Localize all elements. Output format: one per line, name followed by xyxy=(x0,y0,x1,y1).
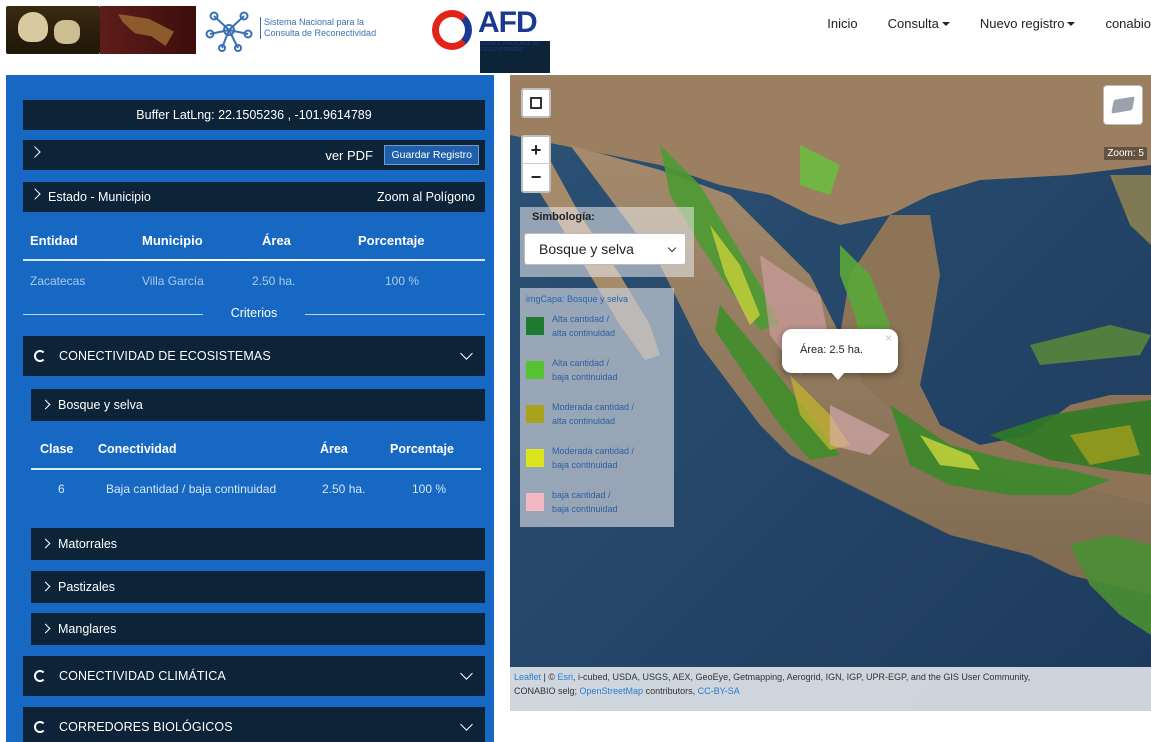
map-view[interactable]: + − Zoom: 5 Simbología: Bosque y selva i… xyxy=(510,75,1151,711)
legend-item: Alta cantidad / baja continuidad xyxy=(526,356,671,390)
leaflet-link[interactable]: Leaflet xyxy=(514,672,541,682)
globe-icon xyxy=(34,350,46,362)
subsection-pastizales[interactable]: Pastizales xyxy=(31,571,485,603)
legend-swatch xyxy=(526,449,544,467)
legend-title: imgCapa: Bosque y selva xyxy=(526,294,629,304)
table-divider xyxy=(23,259,485,261)
zoom-out-button[interactable]: − xyxy=(523,164,549,191)
conabio-forest-logo xyxy=(6,6,100,54)
legend-item: Alta cantidad / alta continuidad xyxy=(526,312,671,346)
zoom-in-button[interactable]: + xyxy=(523,137,549,164)
results-panel: Buffer LatLng: 22.1505236 , -101.9614789… xyxy=(6,75,494,742)
legend-item: Moderada cantidad / alta continuidad xyxy=(526,400,671,434)
criterios-label: Criterios xyxy=(230,306,278,320)
chevron-right-icon xyxy=(29,146,41,158)
layers-icon xyxy=(1111,96,1135,114)
map-legend: imgCapa: Bosque y selva Alta cantidad / a… xyxy=(520,288,674,527)
buffer-latlng-text: Buffer LatLng: 22.1505236 , -101.9614789 xyxy=(136,108,372,122)
globe-icon xyxy=(34,721,46,733)
chevron-right-icon xyxy=(40,623,51,634)
pdf-toolbar[interactable]: ver PDF Guardar Registro xyxy=(23,140,485,170)
simbologia-title: Simbología: xyxy=(532,211,595,223)
sistema-nacional-text: Sistema Nacional para la Consulta de Rec… xyxy=(260,17,400,39)
chevron-right-icon xyxy=(40,538,51,549)
legend-item: baja cantidad / baja continuidad xyxy=(526,488,671,522)
legend-swatch xyxy=(526,493,544,511)
ver-pdf-link[interactable]: ver PDF xyxy=(325,148,373,163)
network-icon xyxy=(205,11,253,52)
section-corredores-biologicos[interactable]: CORREDORES BIOLÓGICOS xyxy=(23,707,485,742)
legend-swatch xyxy=(526,317,544,335)
section-conectividad-climatica[interactable]: CONECTIVIDAD CLIMÁTICA xyxy=(23,656,485,696)
nav-consulta-dropdown[interactable]: Consulta xyxy=(888,16,950,31)
chevron-right-icon xyxy=(40,581,51,592)
popup-close-icon[interactable]: × xyxy=(885,331,892,345)
subsection-matorrales[interactable]: Matorrales xyxy=(31,528,485,560)
subsection-manglares[interactable]: Manglares xyxy=(31,613,485,645)
legend-swatch xyxy=(526,361,544,379)
area-popup: Área: 2.5 ha. × xyxy=(782,329,898,380)
chevron-down-icon xyxy=(460,718,473,731)
chevron-down-icon xyxy=(460,667,473,680)
caret-down-icon xyxy=(1067,21,1076,26)
criterios-divider: Criterios xyxy=(23,306,485,322)
chevron-down-icon xyxy=(460,347,473,360)
simbologia-select[interactable]: Bosque y selva xyxy=(524,233,686,265)
cc-by-sa-link[interactable]: CC-BY-SA xyxy=(698,686,740,696)
guardar-registro-button[interactable]: Guardar Registro xyxy=(384,145,479,165)
layers-button[interactable] xyxy=(1103,85,1143,125)
estado-municipio-bar[interactable]: Estado - Municipio Zoom al Polígono xyxy=(23,182,485,212)
caret-down-icon xyxy=(941,21,950,26)
nav-inicio[interactable]: Inicio xyxy=(827,16,857,31)
popup-text: Área: 2.5 ha. xyxy=(800,344,863,356)
fullscreen-button[interactable] xyxy=(521,88,551,118)
estado-municipio-label: Estado - Municipio xyxy=(48,190,151,204)
mexico-map-logo xyxy=(100,6,196,54)
chevron-right-icon xyxy=(40,399,51,410)
zoom-control: + − xyxy=(521,135,551,193)
openstreetmap-link[interactable]: OpenStreetMap xyxy=(580,686,644,696)
sistema-nacional-logo: Sistema Nacional para la Consulta de Rec… xyxy=(202,6,402,54)
section-conectividad-ecosistemas[interactable]: CONECTIVIDAD DE ECOSISTEMAS xyxy=(23,336,485,376)
map-attribution: Leaflet | © Esri, i-cubed, USDA, USGS, A… xyxy=(510,667,1151,711)
top-navbar: Sistema Nacional para la Consulta de Rec… xyxy=(0,0,1151,73)
main-nav: Inicio Consulta Nuevo registro conabio xyxy=(827,16,1151,31)
globe-icon xyxy=(34,670,46,682)
esri-link[interactable]: Esri xyxy=(558,672,574,682)
afd-logo: AFD AGENCE FRANÇAISE DE DÉVELOPPEMENT xyxy=(432,6,552,73)
chevron-right-icon xyxy=(29,188,41,200)
simbologia-control: Simbología: Bosque y selva xyxy=(520,207,694,277)
buffer-latlng-bar: Buffer LatLng: 22.1505236 , -101.9614789 xyxy=(23,100,485,130)
nav-conabio[interactable]: conabio xyxy=(1105,16,1151,31)
table-divider xyxy=(31,468,481,470)
chevron-down-icon xyxy=(667,243,677,253)
zoom-level-label: Zoom: 5 xyxy=(1104,147,1147,160)
legend-swatch xyxy=(526,405,544,423)
legend-item: Moderada cantidad / baja continuidad xyxy=(526,444,671,478)
fullscreen-icon xyxy=(530,97,542,109)
page: Sistema Nacional para la Consulta de Rec… xyxy=(0,0,1151,742)
subsection-bosque-selva[interactable]: Bosque y selva xyxy=(31,389,485,421)
nav-nuevo-registro-dropdown[interactable]: Nuevo registro xyxy=(980,16,1076,31)
zoom-poligono-link[interactable]: Zoom al Polígono xyxy=(377,190,475,204)
